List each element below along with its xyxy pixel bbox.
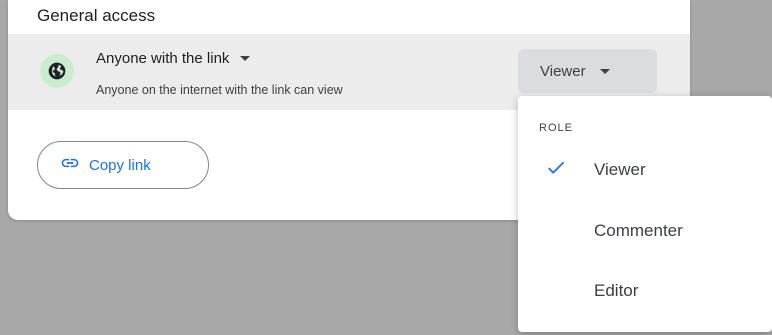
role-option-label: Commenter (594, 221, 683, 240)
general-access-title: General access (37, 6, 156, 25)
role-option-commenter[interactable]: Commenter (518, 203, 772, 259)
caret-down-icon (599, 68, 610, 74)
copy-link-label: Copy link (89, 156, 151, 174)
check-icon (545, 157, 567, 184)
sharing-screen: General access Anyone with the link Anyo… (0, 0, 772, 335)
role-menu-heading: ROLE (539, 122, 573, 134)
role-option-label: Editor (594, 281, 639, 300)
caret-down-icon (240, 56, 251, 61)
role-button-label: Viewer (540, 62, 586, 80)
role-dropdown-button[interactable]: Viewer (518, 49, 657, 93)
globe-icon (40, 54, 74, 88)
link-icon (60, 153, 80, 178)
role-menu: ROLE Viewer Commenter Editor (518, 96, 772, 332)
role-option-label: Viewer (594, 160, 646, 179)
access-description: Anyone on the internet with the link can… (96, 83, 343, 97)
role-option-viewer[interactable]: Viewer (518, 142, 772, 198)
copy-link-button[interactable]: Copy link (37, 141, 209, 189)
role-option-editor[interactable]: Editor (518, 263, 772, 319)
access-level-dropdown[interactable]: Anyone with the link (96, 50, 251, 67)
access-level-label: Anyone with the link (96, 50, 230, 67)
